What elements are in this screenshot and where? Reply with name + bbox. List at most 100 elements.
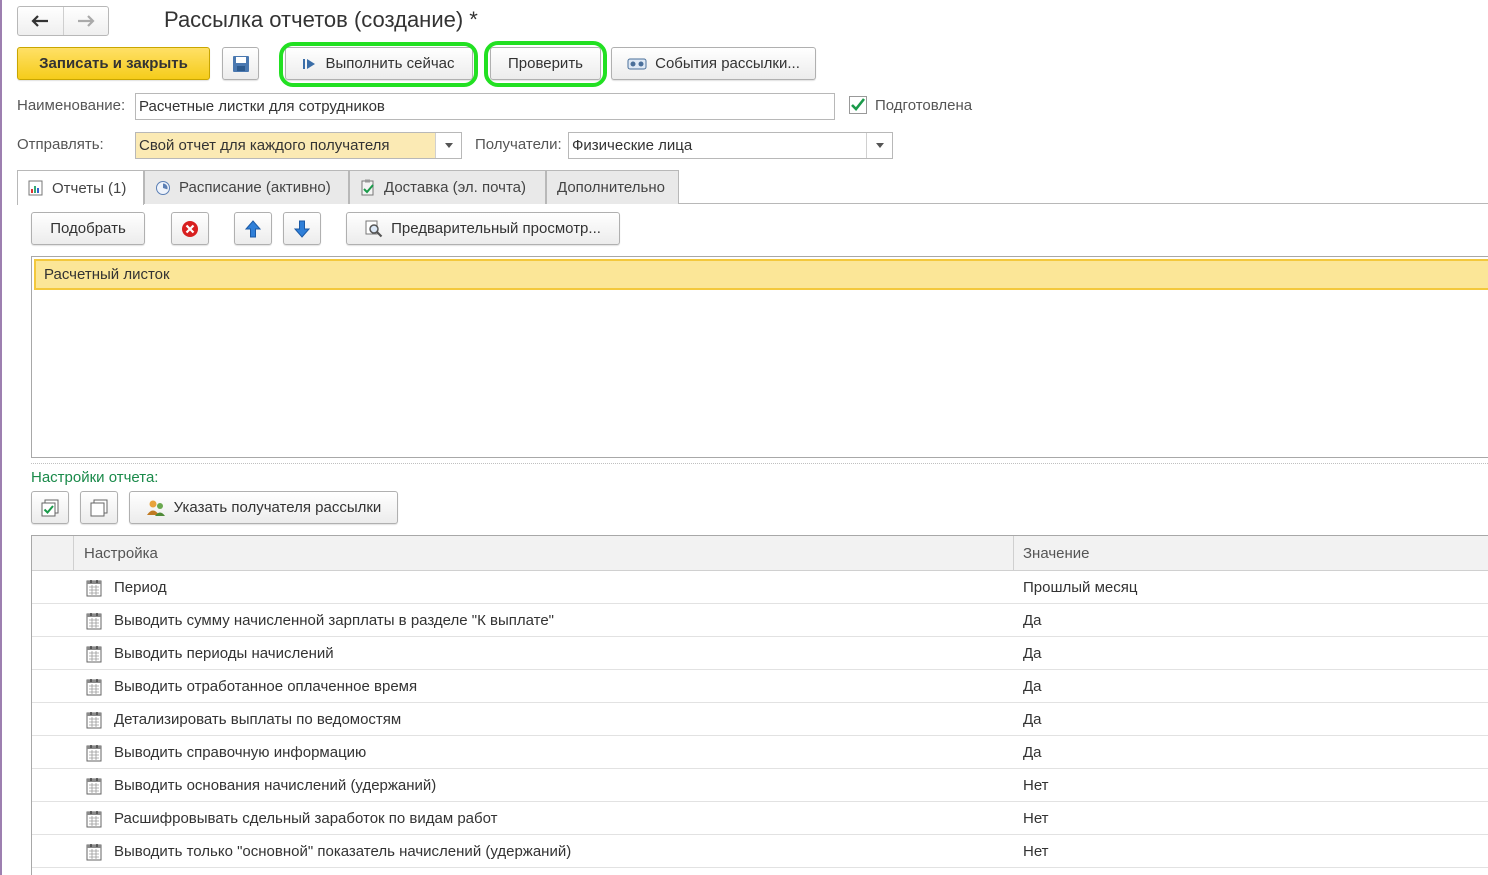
delete-button[interactable] — [171, 212, 209, 245]
recipient-icon — [146, 499, 166, 517]
send-select[interactable]: Свой отчет для каждого получателя — [135, 132, 462, 159]
list-item[interactable]: Расчетный листок — [34, 259, 1488, 290]
setting-name: Расшифровывать сдельный заработок по вид… — [114, 810, 498, 827]
settings-table: Настройка Значение Период Прошлый месяц Вы… — [31, 535, 1488, 875]
report-icon — [28, 180, 44, 196]
chevron-down-icon — [875, 143, 884, 148]
setting-value[interactable]: Нет — [1023, 835, 1049, 868]
chevron-down-icon — [444, 143, 453, 148]
recipients-select[interactable]: Физические лица — [568, 132, 893, 159]
tab-reports[interactable]: Отчеты (1) — [17, 170, 144, 205]
save-close-button[interactable]: Записать и закрыть — [17, 47, 210, 80]
events-label: События рассылки... — [655, 55, 800, 72]
move-up-button[interactable] — [234, 212, 272, 245]
tab-delivery[interactable]: Доставка (эл. почта) — [349, 170, 546, 204]
table-header: Настройка Значение — [32, 536, 1488, 571]
table-row[interactable]: Период Прошлый месяц — [32, 571, 1488, 604]
setting-value[interactable]: Да — [1023, 703, 1042, 736]
setting-value[interactable]: Да — [1023, 637, 1042, 670]
events-icon — [627, 57, 647, 71]
schedule-icon — [155, 180, 171, 196]
save-button[interactable] — [222, 47, 259, 80]
setting-icon — [85, 843, 103, 865]
send-value: Свой отчет для каждого получателя — [139, 137, 390, 154]
setting-value[interactable]: Да — [1023, 604, 1042, 637]
setting-value[interactable]: Нет — [1023, 769, 1049, 802]
uncheck-all-button[interactable] — [80, 491, 118, 524]
setting-icon — [85, 810, 103, 832]
arrow-left-icon — [31, 15, 49, 27]
preview-button[interactable]: Предварительный просмотр... — [346, 212, 620, 245]
run-now-label: Выполнить сейчас — [325, 55, 455, 72]
arrow-up-icon — [245, 219, 261, 237]
check-all-icon — [41, 499, 59, 516]
setting-name: Выводить справочную информацию — [114, 744, 367, 761]
tab-reports-label: Отчеты (1) — [52, 179, 127, 197]
run-now-button[interactable]: Выполнить сейчас — [285, 47, 473, 80]
tab-additional[interactable]: Дополнительно — [546, 170, 679, 204]
reports-list: Расчетный листок — [31, 256, 1488, 458]
setting-icon — [85, 744, 103, 766]
recipients-dropdown-button[interactable] — [866, 133, 892, 158]
table-row[interactable]: Выводить только "основной" показатель на… — [32, 835, 1488, 868]
setting-name: Выводить сумму начисленной зарплаты в ра… — [114, 612, 554, 629]
checkmark-icon — [851, 98, 866, 111]
table-row[interactable]: Выводить основания начислений (удержаний… — [32, 769, 1488, 802]
check-button[interactable]: Проверить — [490, 47, 601, 80]
prepared-checkbox[interactable] — [849, 96, 867, 114]
arrow-right-icon — [77, 15, 95, 27]
tab-schedule-label: Расписание (активно) — [179, 179, 331, 196]
setting-value[interactable]: Нет — [1023, 802, 1049, 835]
column-separator — [73, 536, 74, 571]
forward-button[interactable] — [62, 7, 108, 35]
check-all-button[interactable] — [31, 491, 69, 524]
setting-name: Период — [114, 579, 167, 596]
table-row[interactable]: Выводить периоды начислений Да — [32, 637, 1488, 670]
uncheck-all-icon — [90, 499, 108, 516]
table-row[interactable]: Выводить справочную информацию Да — [32, 736, 1488, 769]
setting-name: Выводить основания начислений (удержаний… — [114, 777, 437, 794]
setting-icon — [85, 777, 103, 799]
setting-value[interactable]: Да — [1023, 736, 1042, 769]
setting-name: Детализировать выплаты по ведомостям — [114, 711, 402, 728]
table-row[interactable]: Расшифровывать сдельный заработок по вид… — [32, 802, 1488, 835]
setting-icon — [85, 579, 103, 601]
setting-icon — [85, 678, 103, 700]
nav-group — [17, 6, 109, 36]
table-row[interactable]: Выводить отработанное оплаченное время Да — [32, 670, 1488, 703]
setting-value[interactable]: Прошлый месяц — [1023, 571, 1137, 604]
name-label: Наименование: — [17, 97, 126, 114]
move-down-button[interactable] — [283, 212, 321, 245]
delivery-icon — [360, 179, 376, 196]
column-header-setting[interactable]: Настройка — [84, 536, 158, 571]
magnifier-icon — [365, 220, 383, 238]
table-row[interactable]: Выводить сумму начисленной зарплаты в ра… — [32, 604, 1488, 637]
pick-button[interactable]: Подобрать — [31, 212, 145, 245]
name-field[interactable]: Расчетные листки для сотрудников — [135, 93, 835, 120]
tab-delivery-label: Доставка (эл. почта) — [384, 179, 526, 196]
floppy-disk-icon — [232, 55, 249, 72]
column-header-value[interactable]: Значение — [1023, 536, 1090, 571]
settings-section-label: Настройки отчета: — [31, 469, 159, 486]
window-edge — [0, 0, 2, 875]
mailing-events-button[interactable]: События рассылки... — [611, 47, 816, 80]
set-recipient-label: Указать получателя рассылки — [173, 499, 382, 516]
setting-icon — [85, 645, 103, 667]
send-dropdown-button[interactable] — [435, 133, 461, 158]
prepared-label: Подготовлена — [875, 97, 973, 114]
arrow-down-icon — [294, 220, 310, 238]
page-title: Рассылка отчетов (создание) * — [164, 7, 478, 32]
table-row[interactable]: Детализировать выплаты по ведомостям Да — [32, 703, 1488, 736]
send-label: Отправлять: — [17, 136, 104, 153]
setting-icon — [85, 612, 103, 634]
setting-name: Выводить периоды начислений — [114, 645, 334, 662]
back-button[interactable] — [18, 7, 63, 35]
recipients-value: Физические лица — [572, 137, 693, 154]
tab-additional-label: Дополнительно — [557, 179, 665, 196]
delete-icon — [182, 220, 198, 237]
set-recipient-button[interactable]: Указать получателя рассылки — [129, 491, 398, 524]
setting-icon — [85, 711, 103, 733]
setting-name: Выводить только "основной" показатель на… — [114, 843, 572, 860]
setting-value[interactable]: Да — [1023, 670, 1042, 703]
tab-schedule[interactable]: Расписание (активно) — [144, 170, 349, 204]
